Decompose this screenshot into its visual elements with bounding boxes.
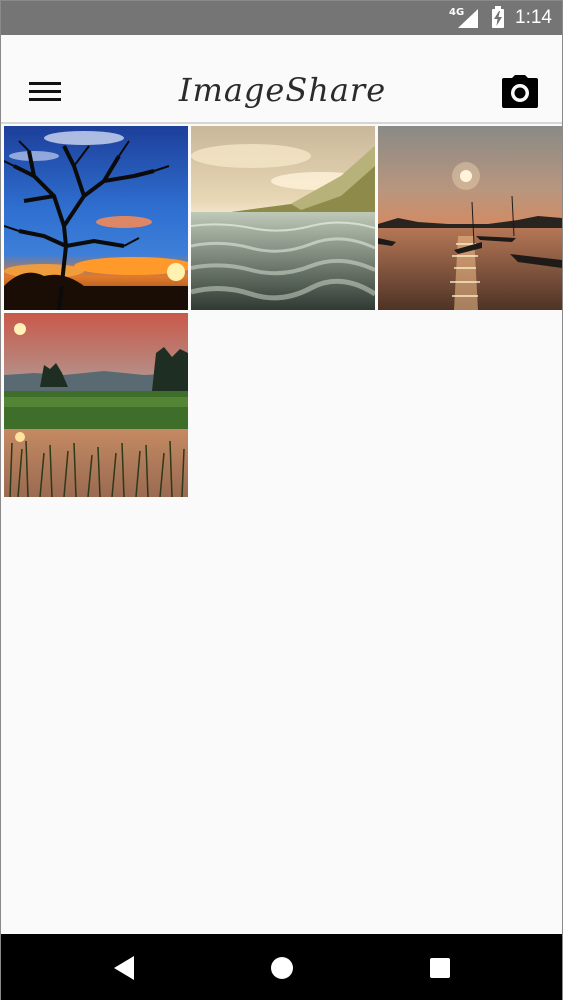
camera-button[interactable] [500,75,540,111]
image-tile[interactable] [4,126,188,310]
status-bar: 4G 1:14 [1,1,562,35]
back-button[interactable] [114,956,136,980]
image-tile[interactable] [378,126,562,310]
photo-marsh-sunset [4,313,188,497]
back-icon [114,956,134,980]
home-button[interactable] [271,957,293,979]
navigation-bar [1,934,562,1000]
app-title: ImageShare [178,71,387,109]
app-bar: ImageShare [1,35,562,124]
battery-charging-icon [492,6,504,28]
image-tile[interactable] [191,126,375,310]
photo-lake-hillside [191,126,375,310]
image-tile[interactable] [4,313,188,497]
camera-icon [502,75,538,108]
photo-boats-sunset [378,126,562,310]
clock: 1:14 [515,7,552,28]
signal-icon [458,9,478,28]
phone-screen: 4G 1:14 ImageShare [0,0,563,1000]
recents-button[interactable] [430,958,450,978]
photo-bare-tree-sunset [4,126,188,310]
